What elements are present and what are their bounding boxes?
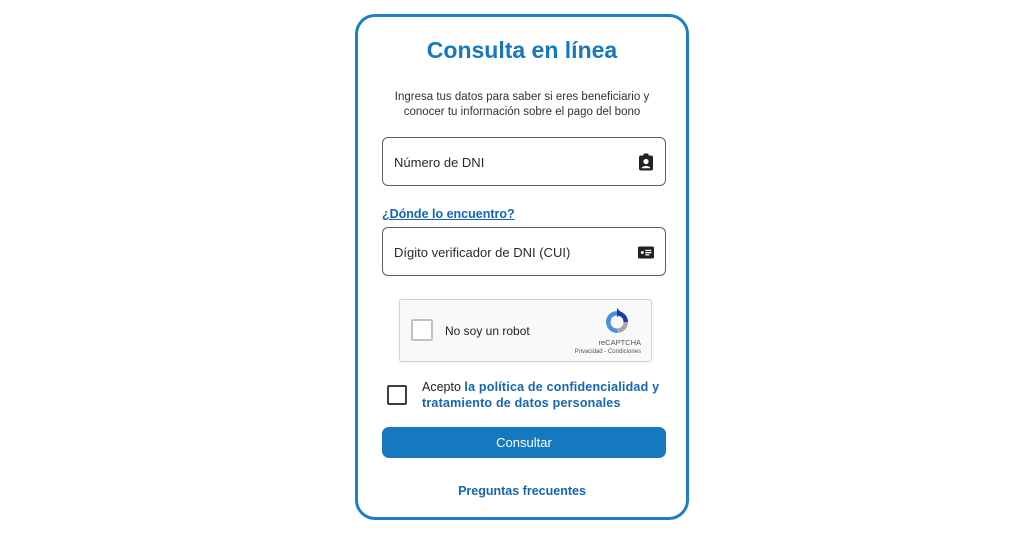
- subtitle-line-1: Ingresa tus datos para saber si eres ben…: [394, 91, 650, 103]
- cui-field[interactable]: [382, 227, 666, 277]
- dni-input[interactable]: [392, 138, 626, 187]
- recaptcha-brand: reCAPTCHA: [598, 338, 641, 347]
- recaptcha-label: No soy un robot: [445, 324, 530, 338]
- recaptcha-logo-icon: [606, 308, 628, 333]
- accept-terms-checkbox[interactable]: [387, 385, 407, 405]
- id-card-icon: [638, 246, 654, 259]
- recaptcha-terms-link[interactable]: Privacidad - Condiciones: [575, 349, 641, 355]
- cui-input[interactable]: [392, 228, 626, 277]
- accept-prefix: Acepto: [422, 380, 461, 394]
- dni-field[interactable]: [382, 137, 666, 187]
- page-subtitle: Ingresa tus datos para saber si eres ben…: [358, 90, 686, 120]
- consulta-card: Consulta en línea Ingresa tus datos para…: [355, 14, 689, 520]
- faq-link[interactable]: Preguntas frecuentes: [358, 484, 686, 498]
- consultar-button[interactable]: Consultar: [382, 427, 666, 458]
- accept-terms-text: Acepto la política de confidencialidad y…: [422, 379, 678, 411]
- where-to-find-link[interactable]: ¿Dónde lo encuentro?: [382, 207, 515, 221]
- recaptcha-widget: No soy un robot reCAPTCHA Privacidad - C…: [399, 299, 652, 362]
- page-title: Consulta en línea: [426, 37, 618, 63]
- id-badge-icon: [639, 153, 653, 171]
- subtitle-line-2: conocer tu información sobre el pago del…: [403, 106, 641, 118]
- recaptcha-checkbox[interactable]: [411, 319, 433, 341]
